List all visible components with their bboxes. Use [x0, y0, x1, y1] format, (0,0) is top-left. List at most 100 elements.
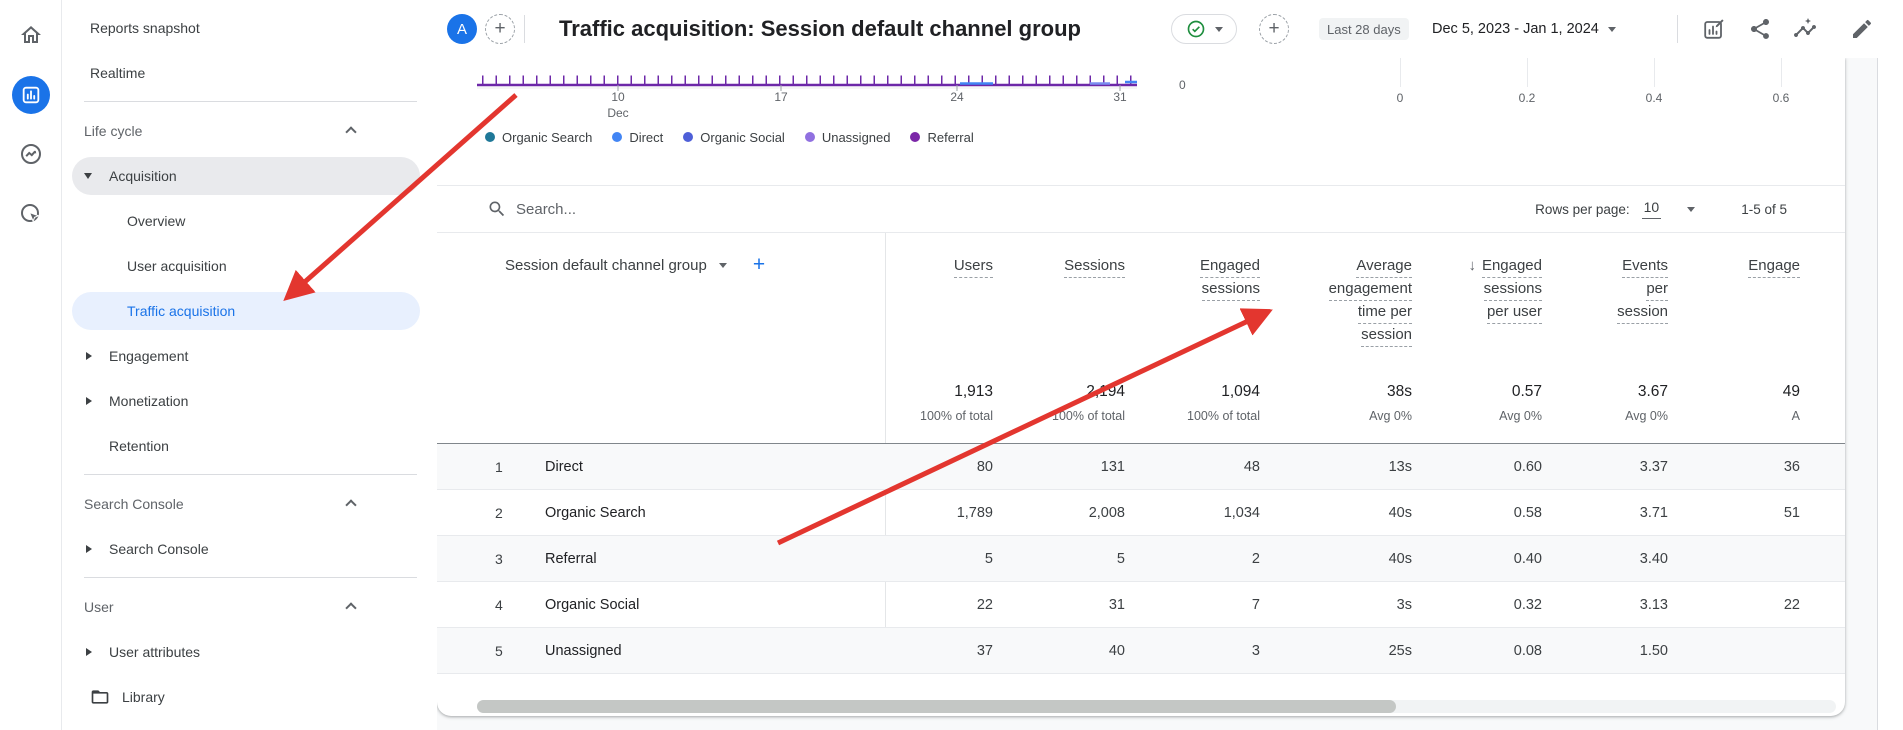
legend-item-organic-social[interactable]: Organic Social: [683, 130, 785, 145]
table-row-direct: 1Direct801314813s0.603.3736: [437, 444, 1845, 490]
sidebar-item-label: Retention: [109, 438, 169, 454]
expand-arrow-icon[interactable]: [86, 648, 92, 656]
check-circle-icon: [1186, 19, 1206, 39]
customize-report-icon[interactable]: [1702, 17, 1726, 41]
totals-subtext: Avg 0%: [1260, 409, 1412, 423]
dimension-header-label: Session default channel group: [505, 257, 707, 274]
horizontal-scrollbar[interactable]: [477, 700, 1836, 713]
sidebar-item-search-console[interactable]: Search Console: [62, 530, 437, 568]
expand-arrow-icon[interactable]: [86, 397, 92, 405]
header-line: engagement: [1260, 280, 1412, 297]
sidebar-divider: [84, 577, 417, 578]
sidebar-item-acquisition[interactable]: Acquisition: [72, 157, 420, 195]
sidebar-item-library[interactable]: Library: [62, 678, 437, 716]
expand-arrow-icon[interactable]: [86, 545, 92, 553]
row-channel-name: Unassigned: [533, 643, 885, 659]
column-header-sessions[interactable]: Sessions: [993, 257, 1125, 375]
add-comparison-button[interactable]: +: [485, 14, 515, 44]
header-line: per: [1542, 280, 1668, 297]
sidebar-item-monetization[interactable]: Monetization: [62, 382, 437, 420]
sidebar-item-label: Search Console: [109, 541, 209, 557]
chevron-up-icon[interactable]: [345, 602, 356, 613]
avatar[interactable]: A: [447, 14, 477, 44]
cell-events-per-session: 3.71: [1542, 505, 1668, 521]
table-row-unassigned: 5Unassigned3740325s0.081.50: [437, 628, 1845, 674]
legend-item-referral[interactable]: Referral: [910, 130, 973, 145]
header-line: Engaged: [1125, 257, 1260, 274]
legend-item-organic-search[interactable]: Organic Search: [485, 130, 592, 145]
sidebar-item-reports-snapshot[interactable]: Reports snapshot: [62, 9, 437, 47]
sidebar-item-user-acquisition[interactable]: User acquisition: [62, 247, 437, 285]
bar-chart-gridline: [1654, 58, 1655, 87]
legend-item-direct[interactable]: Direct: [612, 130, 663, 145]
sidebar-item-engagement[interactable]: Engagement: [62, 337, 437, 375]
page-title: Traffic acquisition: Session default cha…: [559, 0, 1081, 58]
header-text: Average: [1356, 257, 1412, 278]
sidebar-item-overview[interactable]: Overview: [62, 202, 437, 240]
column-header-events-per-session[interactable]: Eventspersession: [1542, 257, 1668, 375]
header-text: sessions: [1484, 280, 1542, 301]
home-icon[interactable]: [0, 23, 62, 47]
insights-icon[interactable]: [1793, 17, 1817, 41]
collapsed-insights-panel[interactable]: [1877, 58, 1903, 730]
sidebar-item-user[interactable]: User: [62, 588, 437, 626]
scrollbar-thumb[interactable]: [477, 700, 1396, 713]
sort-descending-icon: ↓: [1468, 257, 1476, 274]
totals-subtext: Avg 0%: [1412, 409, 1542, 423]
row-channel-name: Organic Social: [533, 597, 885, 613]
legend-item-unassigned[interactable]: Unassigned: [805, 130, 891, 145]
totals-subtext: 100% of total: [885, 409, 993, 423]
chevron-down-icon[interactable]: [719, 263, 727, 268]
legend-label: Organic Search: [502, 130, 592, 145]
header-line: sessions: [1125, 280, 1260, 297]
sidebar-item-search-console[interactable]: Search Console: [62, 485, 437, 523]
cell-engage: 36: [1668, 459, 1845, 475]
column-header-engaged-sessions-per-user[interactable]: ↓Engagedsessionsper user: [1412, 257, 1542, 375]
charts-area: 0 10Dec172431 00.20.40.6: [437, 58, 1845, 116]
sidebar-item-retention[interactable]: Retention: [62, 427, 437, 465]
header-line: per user: [1412, 303, 1542, 320]
date-range-picker[interactable]: Dec 5, 2023 - Jan 1, 2024: [1432, 0, 1616, 58]
row-channel-name: Referral: [533, 551, 885, 567]
sidebar-item-realtime[interactable]: Realtime: [62, 54, 437, 92]
column-header-engage[interactable]: Engage: [1668, 257, 1845, 375]
expand-arrow-icon[interactable]: [86, 352, 92, 360]
totals-cell-4: 0.57Avg 0%: [1412, 383, 1542, 443]
rows-per-page-select[interactable]: 10: [1642, 199, 1662, 219]
report-status-button[interactable]: [1171, 14, 1237, 44]
header-line: Sessions: [993, 257, 1125, 274]
report-card: 0 10Dec172431 00.20.40.6 Organic Search D…: [437, 58, 1845, 716]
add-dimension-button[interactable]: +: [753, 253, 765, 277]
table-row-organic-search: 2Organic Search1,7892,0081,03440s0.583.7…: [437, 490, 1845, 536]
search-icon: [487, 199, 507, 219]
share-icon[interactable]: [1748, 17, 1772, 41]
legend-dot-icon: [683, 132, 693, 142]
sidebar-item-label: Realtime: [90, 65, 145, 81]
search-input[interactable]: [516, 201, 916, 218]
cell-average-engagement-time-per-session: 3s: [1260, 597, 1412, 613]
cell-users: 1,789: [885, 505, 993, 521]
reports-icon[interactable]: [0, 76, 62, 114]
sidebar-item-life-cycle[interactable]: Life cycle: [62, 112, 437, 150]
column-header-engaged-sessions[interactable]: Engaged sessions: [1125, 257, 1260, 375]
chevron-down-icon[interactable]: [1687, 207, 1695, 212]
sidebar-item-user-attributes[interactable]: User attributes: [62, 633, 437, 671]
sidebar-slot: Search Console: [62, 481, 437, 526]
explore-icon[interactable]: [0, 142, 62, 166]
column-header-users[interactable]: Users: [885, 257, 993, 375]
sidebar-item-traffic-acquisition[interactable]: Traffic acquisition: [72, 292, 420, 330]
totals-value: 2,194: [993, 383, 1125, 401]
chevron-up-icon[interactable]: [345, 499, 356, 510]
header-divider: [524, 15, 525, 43]
column-header-average-engagement-time-per-session[interactable]: Averageengagementtime persession: [1260, 257, 1412, 375]
advertising-icon[interactable]: [0, 202, 62, 226]
chevron-up-icon[interactable]: [345, 126, 356, 137]
collapse-arrow-icon[interactable]: [84, 173, 92, 179]
header-text: Events: [1622, 257, 1668, 278]
edit-icon[interactable]: [1850, 17, 1874, 41]
row-rank: 5: [437, 643, 533, 659]
dimension-column-header[interactable]: Session default channel group +: [437, 257, 885, 375]
search-box[interactable]: [487, 199, 1535, 219]
date-range-text: Dec 5, 2023 - Jan 1, 2024: [1432, 21, 1599, 37]
add-report-tab-button[interactable]: +: [1259, 14, 1289, 44]
